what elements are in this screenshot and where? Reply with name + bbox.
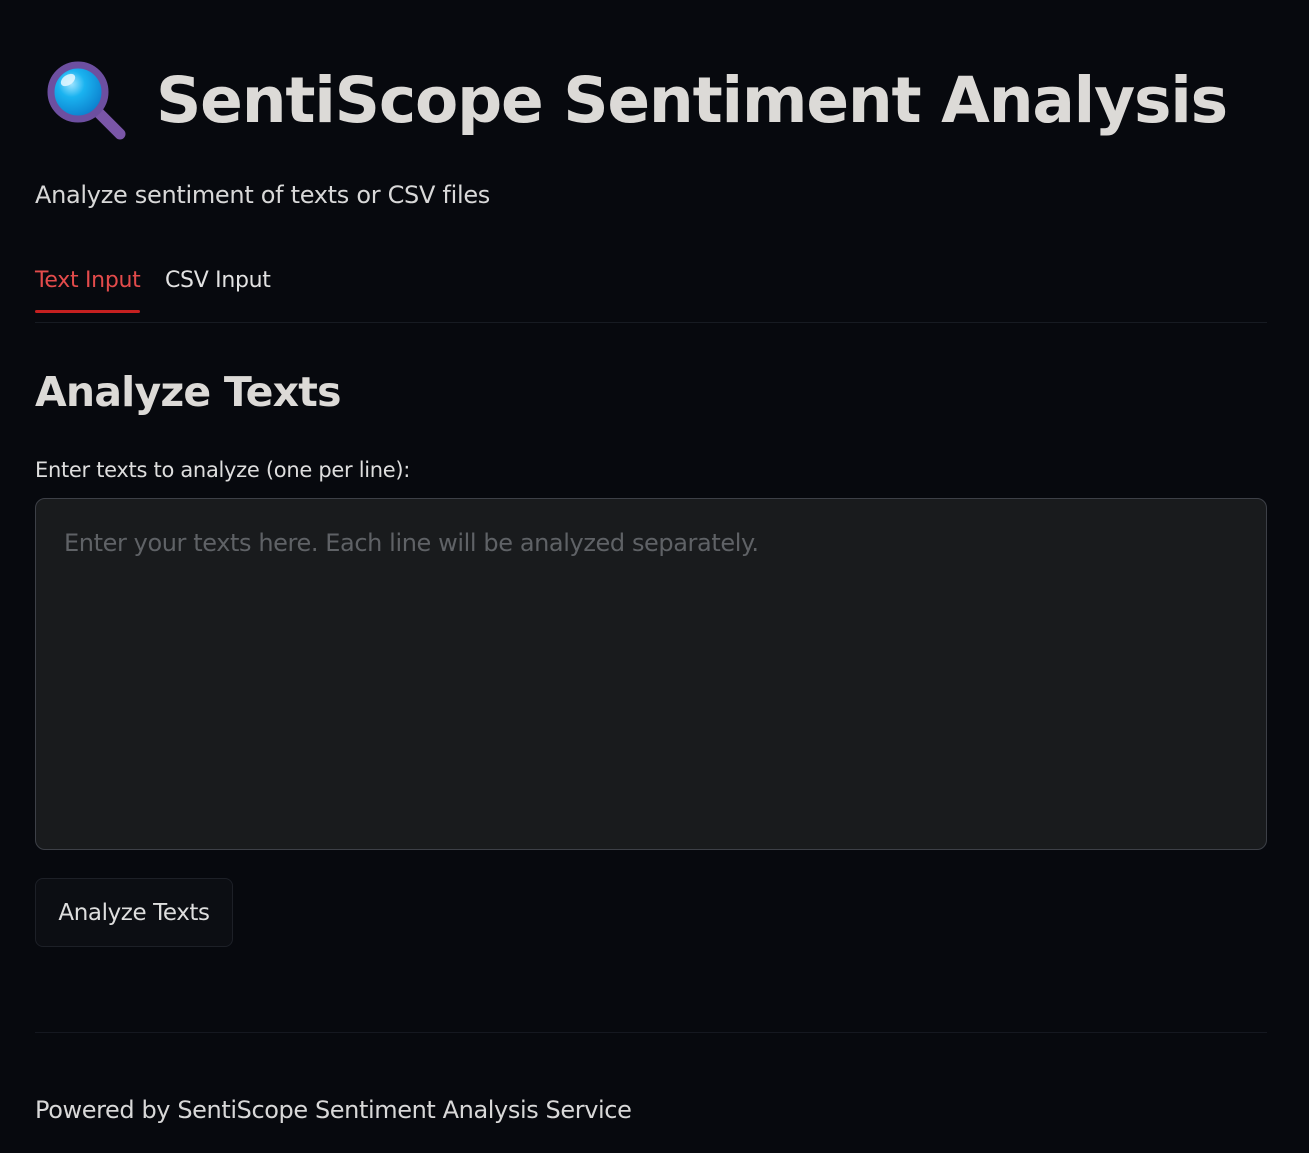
analyze-texts-button[interactable]: Analyze Texts bbox=[35, 878, 233, 947]
texts-input-label: Enter texts to analyze (one per line): bbox=[35, 458, 411, 482]
page-subtitle: Analyze sentiment of texts or CSV files bbox=[35, 181, 490, 209]
tab-bar: Text Input CSV Input bbox=[35, 268, 1267, 323]
tab-csv-input[interactable]: CSV Input bbox=[165, 268, 271, 313]
tab-text-input[interactable]: Text Input bbox=[35, 268, 141, 313]
magnifying-glass-icon bbox=[47, 61, 126, 140]
texts-input[interactable] bbox=[35, 498, 1267, 850]
page-header: SentiScope Sentiment Analysis bbox=[44, 58, 1228, 142]
footer-text: Powered by SentiScope Sentiment Analysis… bbox=[35, 1096, 632, 1124]
section-heading: Analyze Texts bbox=[35, 368, 342, 416]
page-title: SentiScope Sentiment Analysis bbox=[156, 63, 1228, 137]
app-container: SentiScope Sentiment Analysis Analyze se… bbox=[0, 0, 1309, 1153]
footer-divider bbox=[35, 1032, 1267, 1033]
